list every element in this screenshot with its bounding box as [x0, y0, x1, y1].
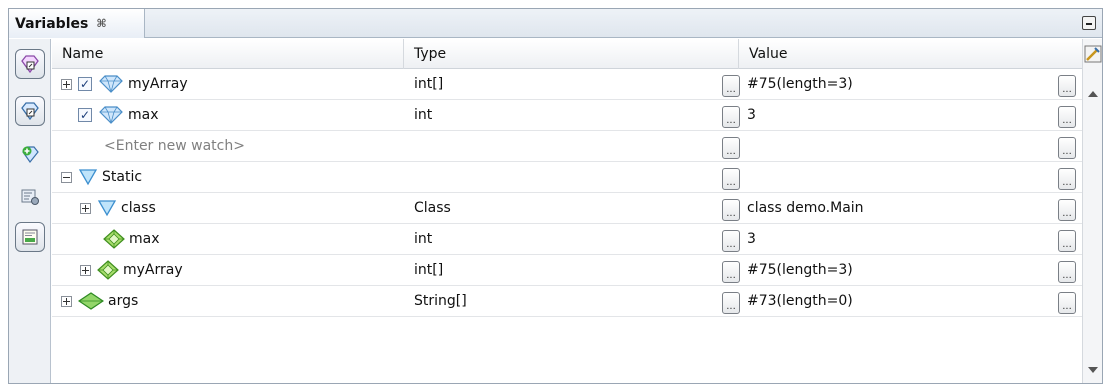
value-customize-button[interactable]: ... — [1058, 292, 1076, 314]
close-icon[interactable]: ⌘ — [96, 17, 106, 30]
settings-icon — [21, 189, 39, 205]
table-row[interactable]: <Enter new watch> ... ... — [52, 131, 1082, 162]
show-static-button[interactable] — [15, 96, 45, 126]
new-watch-icon — [22, 146, 39, 164]
value-customize-button[interactable]: ... — [1058, 199, 1076, 221]
collapse-icon[interactable] — [61, 171, 72, 183]
settings-button[interactable] — [15, 182, 45, 212]
variables-table: Name Type Value ✓ myArray int[] ... #75(… — [52, 39, 1082, 383]
tab-variables[interactable]: Variables ⌘ — [9, 9, 145, 38]
new-watch-button[interactable] — [15, 139, 45, 169]
field-diamond-icon — [97, 260, 119, 280]
table-row[interactable]: max int ... 3 ... — [52, 224, 1082, 255]
value-customize-button[interactable]: ... — [1058, 261, 1076, 283]
value-cell: 3 — [747, 231, 756, 247]
table-row[interactable]: myArray int[] ... #75(length=3) ... — [52, 255, 1082, 286]
value-customize-button[interactable]: ... — [1058, 106, 1076, 128]
minimize-button[interactable] — [1082, 16, 1096, 30]
left-toolbar — [9, 39, 51, 383]
static-shield-icon — [97, 200, 117, 217]
type-cell — [404, 131, 739, 161]
type-customize-button[interactable]: ... — [722, 75, 740, 97]
tab-title: Variables — [15, 15, 89, 32]
type-customize-button[interactable]: ... — [722, 292, 740, 314]
expand-icon[interactable] — [80, 264, 91, 276]
value-cell — [739, 131, 1082, 161]
expand-icon[interactable] — [61, 78, 72, 90]
tab-bar: Variables ⌘ — [9, 9, 1102, 38]
expand-icon[interactable] — [61, 295, 72, 307]
name-cell: Static — [52, 162, 404, 192]
value-customize-button[interactable]: ... — [1058, 168, 1076, 190]
gem-filter-icon — [21, 102, 39, 121]
variable-name: max — [129, 231, 160, 247]
column-header-type[interactable]: Type — [404, 39, 739, 69]
variables-panel: Variables ⌘ Name Type Value ✓ myArray in… — [8, 8, 1103, 384]
watch-gem-icon — [99, 106, 123, 124]
variable-name: myArray — [128, 76, 188, 92]
field-diamond-icon — [103, 229, 125, 249]
column-chooser-button[interactable] — [1083, 39, 1103, 69]
column-header-value[interactable]: Value — [739, 39, 1082, 69]
column-header-name[interactable]: Name — [52, 39, 404, 69]
type-cell: int — [414, 107, 433, 123]
type-cell: int[] — [414, 76, 444, 92]
table-header: Name Type Value — [52, 39, 1082, 69]
view-icon — [22, 229, 38, 245]
type-customize-button[interactable]: ... — [722, 230, 740, 252]
type-cell: int[] — [414, 262, 444, 278]
type-cell: Class — [414, 200, 451, 216]
type-customize-button[interactable]: ... — [722, 137, 740, 159]
type-customize-button[interactable]: ... — [722, 106, 740, 128]
value-cell: class demo.Main — [747, 200, 864, 216]
name-cell: args — [52, 286, 404, 316]
value-cell: 3 — [747, 107, 756, 123]
table-row[interactable]: ✓ max int ... 3 ... — [52, 100, 1082, 131]
expand-icon[interactable] — [80, 202, 91, 214]
value-customize-button[interactable]: ... — [1058, 230, 1076, 252]
scroll-down-arrow[interactable] — [1088, 367, 1098, 373]
name-cell: ✓ max — [52, 100, 404, 130]
value-cell — [739, 162, 1082, 192]
view-toggle-button[interactable] — [15, 222, 45, 252]
type-cell — [404, 162, 739, 192]
table-row[interactable]: ✓ myArray int[] ... #75(length=3) ... — [52, 69, 1082, 100]
variable-name: class — [121, 200, 156, 216]
type-customize-button[interactable]: ... — [722, 261, 740, 283]
watch-checkbox[interactable]: ✓ — [78, 108, 92, 122]
value-cell: #75(length=3) — [747, 76, 853, 92]
variable-name: myArray — [123, 262, 183, 278]
variable-name: Static — [102, 169, 143, 185]
type-cell: String[] — [414, 293, 467, 309]
name-cell: class — [52, 193, 404, 223]
table-row[interactable]: class Class ... class demo.Main ... — [52, 193, 1082, 224]
type-customize-button[interactable]: ... — [722, 199, 740, 221]
value-customize-button[interactable]: ... — [1058, 137, 1076, 159]
new-watch-input[interactable]: <Enter new watch> — [52, 131, 404, 161]
type-cell: int — [414, 231, 433, 247]
watch-checkbox[interactable]: ✓ — [78, 77, 92, 91]
value-cell: #75(length=3) — [747, 262, 853, 278]
type-customize-button[interactable]: ... — [722, 168, 740, 190]
name-cell: myArray — [52, 255, 404, 285]
name-cell: max — [52, 224, 404, 254]
gem-filter-icon — [21, 55, 39, 74]
table-row[interactable]: args String[] ... #73(length=0) ... — [52, 286, 1082, 317]
watch-gem-icon — [99, 75, 123, 93]
variable-name: args — [108, 293, 139, 309]
static-shield-icon — [78, 169, 98, 186]
column-chooser-icon — [1084, 45, 1102, 63]
vertical-scrollbar[interactable] — [1082, 39, 1102, 383]
value-customize-button[interactable]: ... — [1058, 75, 1076, 97]
local-variable-icon — [78, 292, 104, 310]
show-watches-button[interactable] — [15, 49, 45, 79]
scroll-up-arrow[interactable] — [1088, 91, 1098, 97]
value-cell: #73(length=0) — [747, 293, 853, 309]
table-row[interactable]: Static ... ... — [52, 162, 1082, 193]
variable-name: max — [128, 107, 159, 123]
name-cell: ✓ myArray — [52, 69, 404, 99]
